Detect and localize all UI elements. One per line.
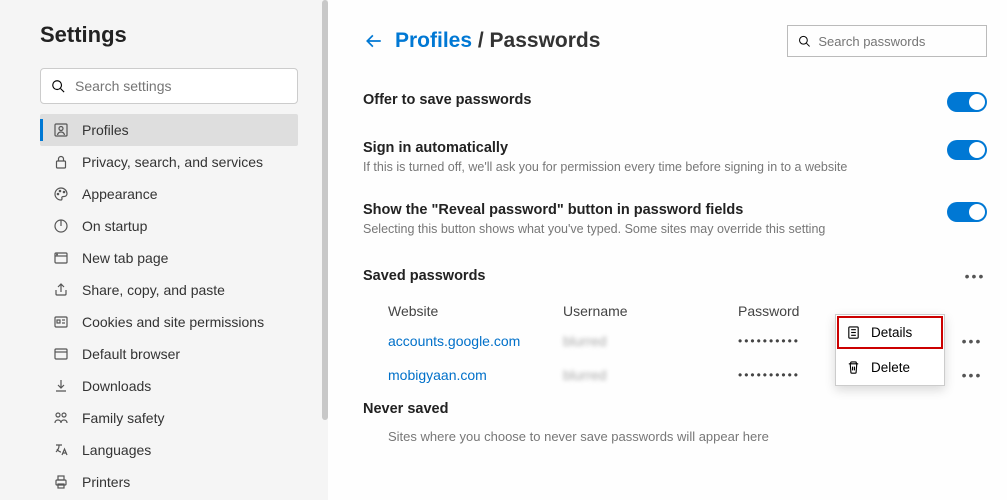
saved-passwords-more[interactable]: ••• <box>963 264 987 288</box>
download-icon <box>50 377 72 395</box>
main-header: Profiles / Passwords <box>363 25 987 57</box>
setting-signin-auto: Sign in automatically If this is turned … <box>363 140 987 174</box>
search-passwords-input[interactable] <box>818 34 976 49</box>
trash-icon <box>846 360 861 375</box>
sidebar-item-label: Appearance <box>82 186 158 202</box>
setting-offer-save: Offer to save passwords <box>363 92 987 112</box>
family-icon <box>50 409 72 427</box>
sidebar-item-label: Printers <box>82 474 130 490</box>
sidebar-item-privacy[interactable]: Privacy, search, and services <box>40 146 298 178</box>
sidebar-item-languages[interactable]: Languages <box>40 434 298 466</box>
breadcrumb-sep: / <box>472 29 490 52</box>
password-website-link[interactable]: accounts.google.com <box>388 333 563 349</box>
password-username: blurred <box>563 333 738 349</box>
main-content: Profiles / Passwords Offer to save passw… <box>328 0 1007 500</box>
password-username: blurred <box>563 367 738 383</box>
arrow-left-icon <box>365 32 383 50</box>
newtab-icon <box>50 249 72 267</box>
context-menu-label: Delete <box>871 360 910 375</box>
back-button[interactable] <box>363 30 385 52</box>
sidebar-item-label: New tab page <box>82 250 168 266</box>
printer-icon <box>50 473 72 491</box>
context-menu-label: Details <box>871 325 912 340</box>
sidebar-item-startup[interactable]: On startup <box>40 210 298 242</box>
lock-icon <box>50 153 72 171</box>
setting-title: Sign in automatically <box>363 140 927 156</box>
sidebar-item-appearance[interactable]: Appearance <box>40 178 298 210</box>
sidebar-item-printers[interactable]: Printers <box>40 466 298 498</box>
sidebar-item-label: On startup <box>82 218 147 234</box>
sidebar-scrollbar[interactable] <box>322 0 328 420</box>
toggle-reveal-password[interactable] <box>947 202 987 222</box>
breadcrumb: Profiles / Passwords <box>363 29 600 53</box>
profile-icon <box>50 121 72 139</box>
setting-desc: Selecting this button shows what you've … <box>363 222 927 236</box>
password-row-more[interactable]: ••• <box>957 367 987 383</box>
sidebar-item-label: Share, copy, and paste <box>82 282 225 298</box>
context-menu: Details Delete <box>835 314 945 386</box>
languages-icon <box>50 441 72 459</box>
sidebar-item-default-browser[interactable]: Default browser <box>40 338 298 370</box>
sidebar-item-newtab[interactable]: New tab page <box>40 242 298 274</box>
context-menu-details[interactable]: Details <box>836 315 944 350</box>
setting-title: Offer to save passwords <box>363 92 927 108</box>
never-saved-title: Never saved <box>363 401 987 417</box>
permissions-icon <box>50 313 72 331</box>
sidebar-item-family[interactable]: Family safety <box>40 402 298 434</box>
sidebar-item-label: Privacy, search, and services <box>82 154 263 170</box>
search-settings[interactable] <box>40 68 298 104</box>
saved-passwords-title: Saved passwords <box>363 268 486 284</box>
settings-sidebar: Settings Profiles Privacy, search, and s… <box>0 0 328 500</box>
toggle-offer-save[interactable] <box>947 92 987 112</box>
settings-title: Settings <box>40 22 298 48</box>
power-icon <box>50 217 72 235</box>
search-settings-input[interactable] <box>75 78 287 94</box>
context-menu-delete[interactable]: Delete <box>836 350 944 385</box>
sidebar-item-share[interactable]: Share, copy, and paste <box>40 274 298 306</box>
search-passwords[interactable] <box>787 25 987 57</box>
sidebar-item-label: Default browser <box>82 346 180 362</box>
setting-desc: If this is turned off, we'll ask you for… <box>363 160 927 174</box>
setting-title: Show the "Reveal password" button in pas… <box>363 202 927 218</box>
details-icon <box>846 325 861 340</box>
setting-reveal-password: Show the "Reveal password" button in pas… <box>363 202 987 236</box>
share-icon <box>50 281 72 299</box>
sidebar-nav: Profiles Privacy, search, and services A… <box>40 114 298 498</box>
browser-icon <box>50 345 72 363</box>
breadcrumb-link[interactable]: Profiles <box>395 29 472 52</box>
never-saved-desc: Sites where you choose to never save pas… <box>363 429 987 444</box>
sidebar-item-downloads[interactable]: Downloads <box>40 370 298 402</box>
palette-icon <box>50 185 72 203</box>
sidebar-item-label: Cookies and site permissions <box>82 314 264 330</box>
sidebar-item-label: Downloads <box>82 378 151 394</box>
column-username: Username <box>563 303 738 319</box>
password-website-link[interactable]: mobigyaan.com <box>388 367 563 383</box>
saved-passwords-header: Saved passwords ••• <box>363 264 987 288</box>
toggle-signin-auto[interactable] <box>947 140 987 160</box>
password-row-more[interactable]: ••• <box>957 333 987 349</box>
sidebar-item-label: Profiles <box>82 122 129 138</box>
search-icon <box>51 79 65 93</box>
sidebar-item-profiles[interactable]: Profiles <box>40 114 298 146</box>
search-icon <box>798 34 810 48</box>
sidebar-item-cookies[interactable]: Cookies and site permissions <box>40 306 298 338</box>
breadcrumb-current: Passwords <box>490 29 601 52</box>
sidebar-item-label: Family safety <box>82 410 164 426</box>
sidebar-item-label: Languages <box>82 442 151 458</box>
column-website: Website <box>388 303 563 319</box>
